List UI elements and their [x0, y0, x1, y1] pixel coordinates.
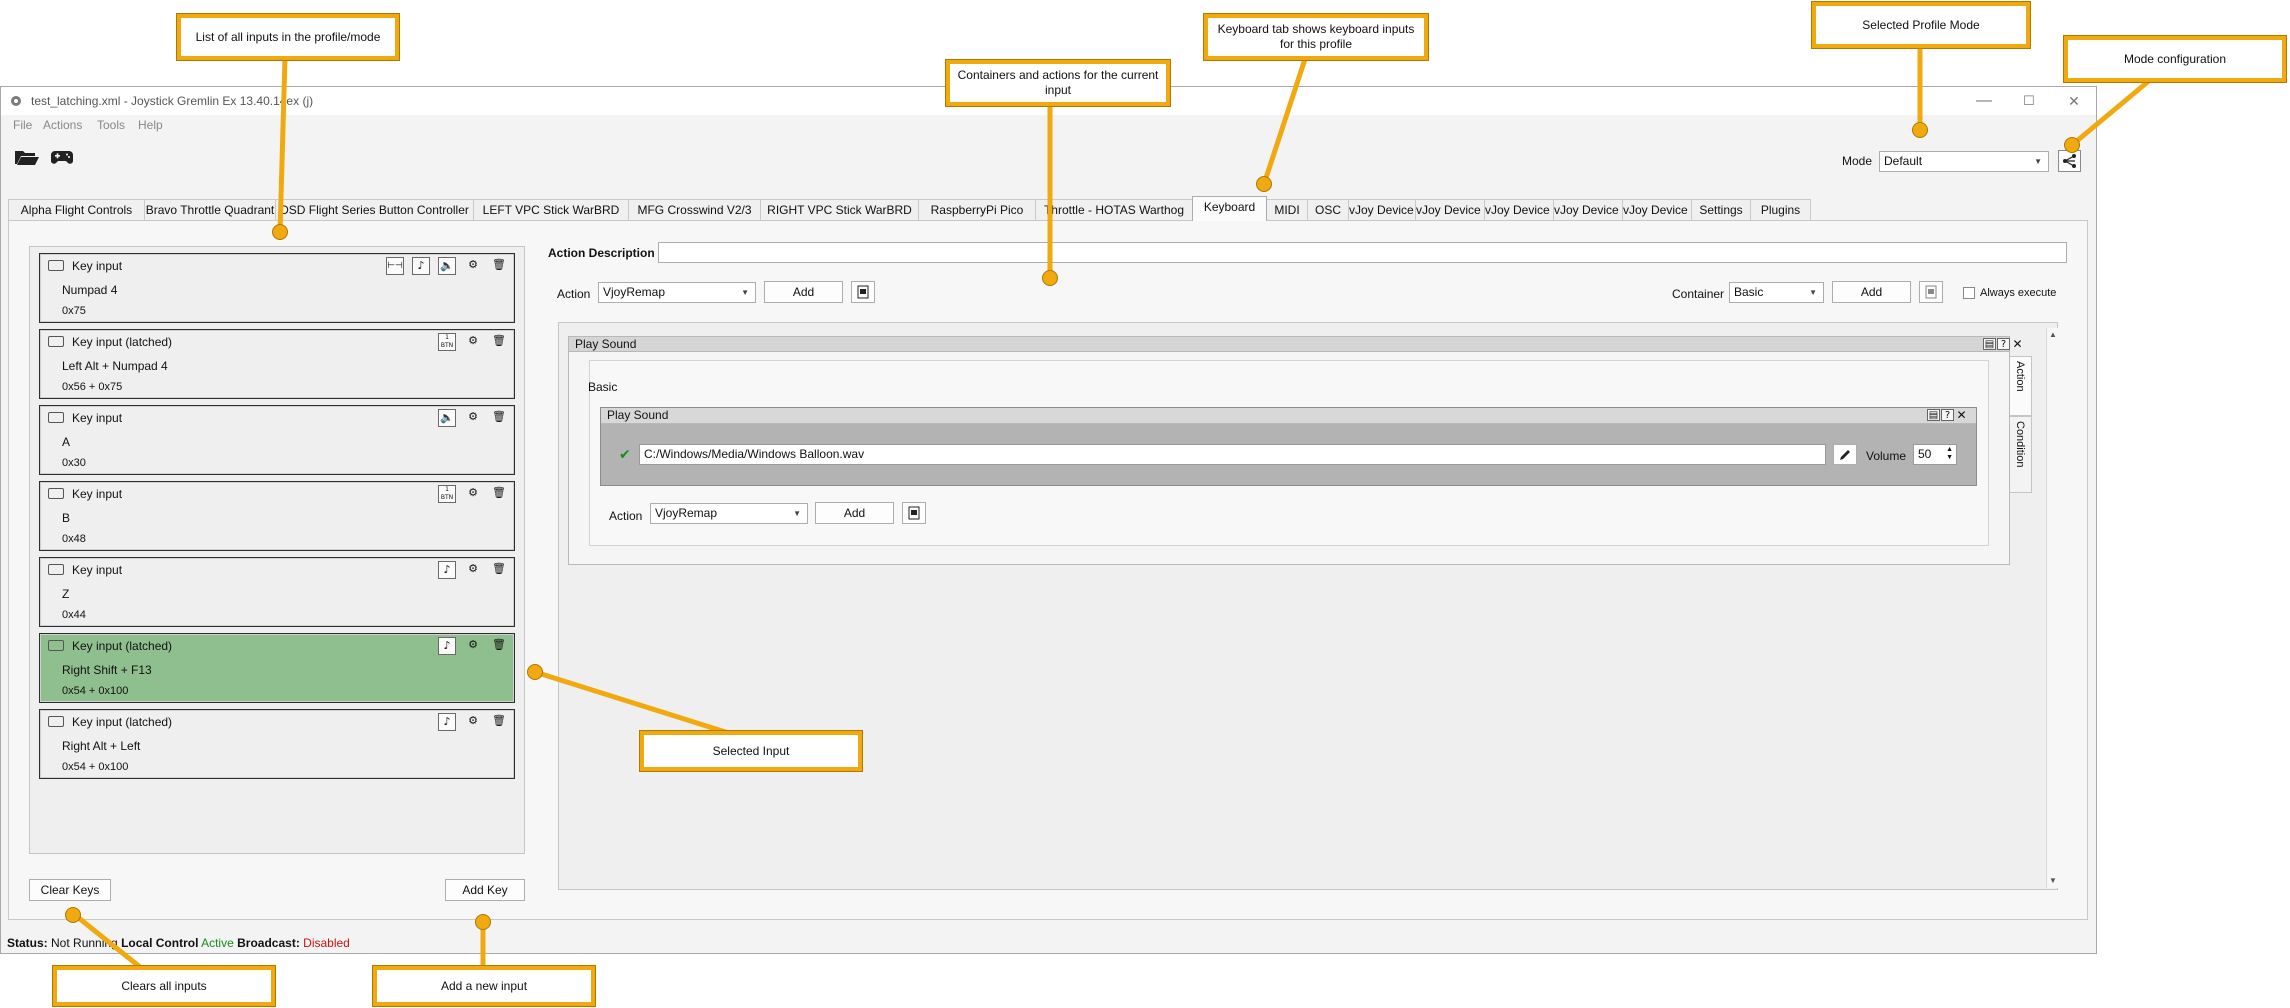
- callout-dot: [1043, 271, 1057, 285]
- callout-leaders: [72, 45, 2153, 970]
- callout-keyboard-tab: Keyboard tab shows keyboard inputs for t…: [1204, 14, 1428, 60]
- callout-profile-mode: Selected Profile Mode: [1812, 2, 2030, 48]
- callout-dot: [476, 915, 490, 929]
- callout-clear-keys: Clears all inputs: [53, 966, 275, 1006]
- callout-dot: [1913, 123, 1927, 137]
- tab-keyboard[interactable]: Keyboard: [1192, 196, 1267, 221]
- callout-dot: [273, 225, 287, 239]
- callout-dot: [2065, 138, 2079, 152]
- callout-mode-config: Mode configuration: [2064, 36, 2286, 82]
- callout-selected-input: Selected Input: [640, 731, 862, 771]
- callout-dot: [1257, 177, 1271, 191]
- callout-input-list: List of all inputs in the profile/mode: [177, 14, 399, 60]
- callout-add-key: Add a new input: [373, 966, 595, 1006]
- callout-containers: Containers and actions for the current i…: [946, 60, 1170, 106]
- callout-dot: [66, 908, 80, 922]
- callout-dot: [528, 665, 542, 679]
